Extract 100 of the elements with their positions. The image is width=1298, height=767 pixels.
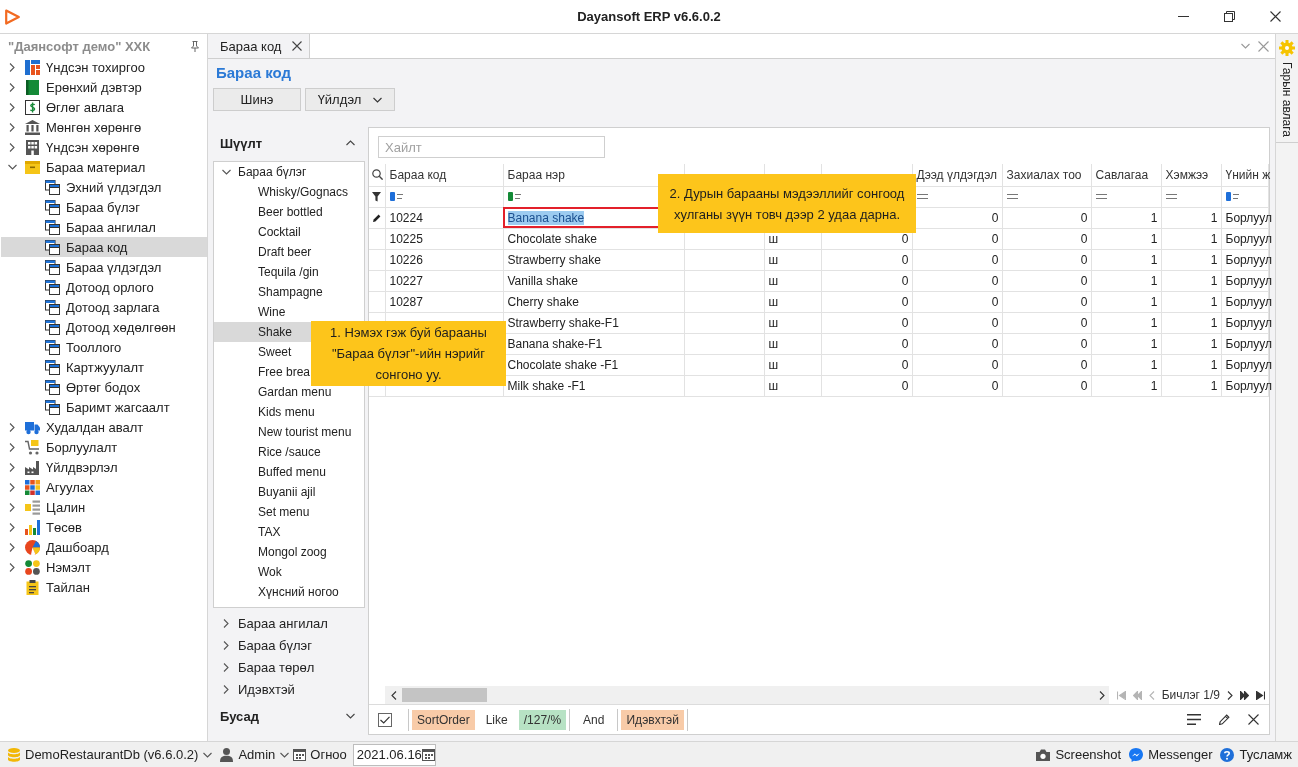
- table-cell: 1: [1091, 312, 1161, 333]
- nav-item[interactable]: Цалин: [1, 497, 207, 517]
- nav-item[interactable]: Үндсэн тохиргоо: [1, 57, 207, 77]
- operator-chip[interactable]: And: [578, 709, 610, 730]
- nav-item[interactable]: Мөнгөн хөрөнгө: [1, 117, 207, 137]
- close-icon[interactable]: [1248, 714, 1259, 725]
- table-cell: 0: [912, 354, 1002, 375]
- document-tab[interactable]: Бараа код: [208, 34, 310, 58]
- filter-checkbox[interactable]: [378, 712, 392, 727]
- nav-item[interactable]: Өртөг бодох: [1, 377, 207, 397]
- nav-item[interactable]: Дотоод орлого: [1, 277, 207, 297]
- nav-item[interactable]: Эхний үлдэгдэл: [1, 177, 207, 197]
- pencil-icon[interactable]: [1219, 714, 1230, 725]
- column-header[interactable]: Хэмжээ: [1161, 164, 1221, 186]
- nav-item[interactable]: Тайлан: [1, 577, 207, 597]
- nav-item[interactable]: Дашбоард: [1, 537, 207, 557]
- search-field[interactable]: Хайлт: [378, 136, 605, 158]
- nav-item[interactable]: Картжуулалт: [1, 357, 207, 377]
- database-selector[interactable]: DemoRestaurantDb (v6.6.0.2): [4, 742, 217, 767]
- equals-filter-icon[interactable]: [1165, 194, 1177, 199]
- filter-tree-item[interactable]: Beer bottled: [214, 202, 364, 222]
- filter-group[interactable]: Бараа ангилал: [213, 612, 365, 634]
- menu-icon[interactable]: [1187, 714, 1201, 725]
- text-filter-icon[interactable]: [1225, 192, 1239, 201]
- nav-item[interactable]: Нэмэлт: [1, 557, 207, 577]
- equals-filter-icon[interactable]: [1095, 194, 1107, 199]
- filter-tree-item[interactable]: Whisky/Gognacs: [214, 182, 364, 202]
- status-link[interactable]: Messenger: [1125, 742, 1217, 767]
- filter-tree-item[interactable]: Wine: [214, 302, 364, 322]
- nav-item[interactable]: Агуулах: [1, 477, 207, 497]
- filter-tree-item[interactable]: Tequila /gin: [214, 262, 364, 282]
- nav-item[interactable]: Үйлдвэрлэл: [1, 457, 207, 477]
- value-chip[interactable]: /127/%: [518, 709, 567, 730]
- table-cell: ш: [764, 291, 821, 312]
- chevron-right-icon[interactable]: [1227, 690, 1233, 700]
- tiles-icon: [25, 479, 40, 495]
- filter-tree-item[interactable]: Buyanii ajil: [214, 482, 364, 502]
- filter-tree-item[interactable]: Cocktail: [214, 222, 364, 242]
- nav-item[interactable]: Худалдан авалт: [1, 417, 207, 437]
- filter-tree-item[interactable]: Хүнсний ногоо: [214, 582, 364, 602]
- status-link[interactable]: Тусламж: [1216, 742, 1296, 767]
- next-page-icon[interactable]: [1240, 690, 1249, 700]
- status-link[interactable]: Screenshot: [1032, 742, 1126, 767]
- last-page-icon[interactable]: [1256, 690, 1265, 700]
- nav-item[interactable]: Дотоод зарлага: [1, 297, 207, 317]
- field-chip[interactable]: SortOrder: [412, 709, 475, 730]
- horizontal-scrollbar[interactable]: [385, 686, 1109, 704]
- filter-tree-item[interactable]: New tourist menu: [214, 422, 364, 442]
- nav-item[interactable]: Ерөнхий дэвтэр: [1, 77, 207, 97]
- nav-item[interactable]: Бараа бүлэг: [1, 197, 207, 217]
- nav-item[interactable]: Дотоод хөдөлгөөн: [1, 317, 207, 337]
- nav-item[interactable]: Борлуулалт: [1, 437, 207, 457]
- user-selector[interactable]: Admin: [216, 742, 294, 767]
- table-cell: 0: [821, 291, 912, 312]
- toolbar-button[interactable]: Шинэ: [213, 88, 301, 111]
- filter-tree-item[interactable]: Бараа бүлэг: [214, 162, 364, 182]
- column-header[interactable]: Үнийн ж: [1221, 164, 1269, 186]
- scrollbar-thumb[interactable]: [402, 688, 487, 702]
- pin-icon[interactable]: [191, 40, 199, 52]
- section-header[interactable]: Шүүлт: [213, 127, 365, 159]
- column-header[interactable]: Захиалах тоо: [1002, 164, 1091, 186]
- nav-item[interactable]: Бараа үлдэгдэл: [1, 257, 207, 277]
- nav-item[interactable]: Үндсэн хөрөнгө: [1, 137, 207, 157]
- nav-item[interactable]: Баримт жагсаалт: [1, 397, 207, 417]
- column-header[interactable]: Савлагаа: [1091, 164, 1161, 186]
- truck-icon: [25, 419, 40, 435]
- field-chip[interactable]: Идэвхтэй: [621, 709, 684, 730]
- dropdown-button[interactable]: Үйлдэл: [305, 88, 395, 111]
- filter-group[interactable]: Бараа бүлэг: [213, 634, 365, 656]
- text-filter-icon[interactable]: [389, 192, 403, 201]
- gear-icon: [1279, 40, 1295, 56]
- column-header[interactable]: Бараа код: [385, 164, 503, 186]
- equals-filter-icon[interactable]: [1006, 194, 1018, 199]
- chevron-left-icon[interactable]: [391, 690, 397, 700]
- nav-item[interactable]: Бараа код: [1, 237, 207, 257]
- chevron-right-icon[interactable]: [1098, 690, 1105, 700]
- date-field[interactable]: 2021.06.16: [352, 743, 436, 766]
- filter-group[interactable]: Идэвхтэй: [213, 678, 365, 700]
- equals-filter-icon[interactable]: [916, 194, 928, 199]
- filter-tree-item[interactable]: TAX: [214, 522, 364, 542]
- clipboard-icon: [25, 579, 40, 595]
- nav-item[interactable]: Төсөв: [1, 517, 207, 537]
- search-icon[interactable]: [371, 169, 383, 181]
- filter-tree-item[interactable]: Mongol zoog: [214, 542, 364, 562]
- filter-tree-item[interactable]: Shampagne: [214, 282, 364, 302]
- nav-item[interactable]: Өглөг авлага: [1, 97, 207, 117]
- filter-tree-item[interactable]: Wok: [214, 562, 364, 582]
- section-header[interactable]: Бусад: [213, 706, 365, 726]
- filter-tree-item[interactable]: Draft beer: [214, 242, 364, 262]
- filter-tree-item[interactable]: Set menu: [214, 502, 364, 522]
- filter-tree-item[interactable]: Buffed menu: [214, 462, 364, 482]
- filter-tree-item[interactable]: Kids menu: [214, 402, 364, 422]
- nav-item[interactable]: Бараа материал: [1, 157, 207, 177]
- filter-group[interactable]: Бараа төрөл: [213, 656, 365, 678]
- filter-tree-item[interactable]: Rice /sauce: [214, 442, 364, 462]
- nav-item[interactable]: Тооллого: [1, 337, 207, 357]
- filter-icon[interactable]: [372, 191, 382, 202]
- nav-item[interactable]: Бараа ангилал: [1, 217, 207, 237]
- operator-chip[interactable]: Like: [480, 709, 513, 730]
- text-filter-icon[interactable]: [507, 192, 521, 201]
